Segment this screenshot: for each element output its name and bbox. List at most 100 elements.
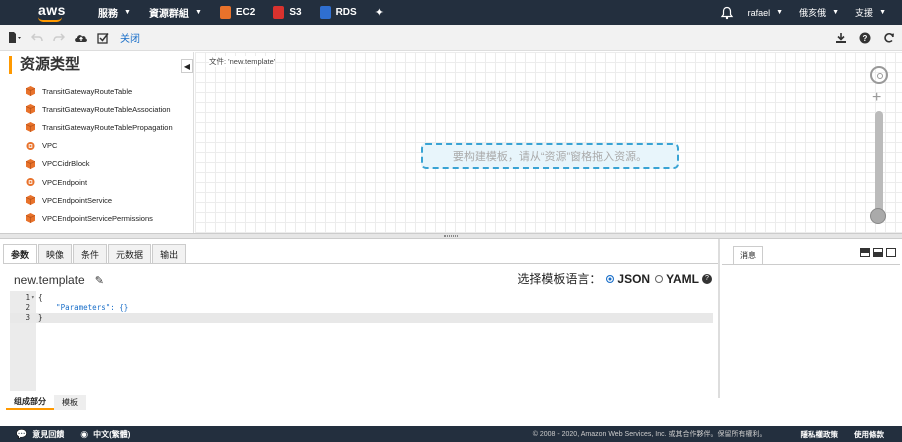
layout-top-icon[interactable] xyxy=(860,248,870,257)
ec2-icon xyxy=(219,6,231,19)
yaml-label[interactable]: YAML xyxy=(666,272,699,286)
messages-panel: 消息 xyxy=(720,239,902,398)
vpc-icon xyxy=(26,141,35,150)
chevron-down-icon: ▼ xyxy=(776,9,784,16)
bell-icon[interactable] xyxy=(720,6,734,20)
resource-item[interactable]: VPCEndpointService xyxy=(26,191,173,209)
close-button[interactable]: 关闭 xyxy=(120,30,140,45)
shortcut-rds[interactable]: RDS xyxy=(319,6,357,19)
chevron-down-icon: ▼ xyxy=(194,9,202,16)
support-label: 支援 xyxy=(855,8,874,18)
resource-item[interactable]: VPCCidrBlock xyxy=(26,155,173,173)
refresh-button[interactable] xyxy=(882,31,896,45)
fit-canvas-icon[interactable] xyxy=(870,66,888,84)
resource-item-label: TransitGatewayRouteTable xyxy=(42,86,133,96)
zoom-control: + xyxy=(869,66,889,233)
download-button[interactable] xyxy=(834,31,848,45)
editor-tab[interactable]: 元数据 xyxy=(108,244,152,264)
bottom-tab[interactable]: 模板 xyxy=(54,395,86,410)
resource-item-label: VPCEndpointServicePermissions xyxy=(42,213,153,223)
drag-handle-icon xyxy=(444,235,458,237)
resource-item-label: TransitGatewayRouteTablePropagation xyxy=(42,122,173,132)
editor-tab[interactable]: 输出 xyxy=(152,244,187,264)
collapse-panel-button[interactable]: ◀ xyxy=(181,59,193,73)
layout-maximize-icon[interactable] xyxy=(886,248,896,257)
chevron-left-icon: ◀ xyxy=(183,61,191,71)
upload-button[interactable] xyxy=(74,31,88,45)
top-nav: aws 服務 ▼ 資源群組 ▼ EC2 S3 RDS ✦ rafael ▼ 俄亥… xyxy=(0,0,902,25)
aws-smile-icon xyxy=(38,17,62,22)
layout-bottom-icon[interactable] xyxy=(873,248,883,257)
resource-item-label: VPCEndpoint xyxy=(42,177,88,187)
shortcut-s3[interactable]: S3 xyxy=(273,6,302,19)
code-text: } xyxy=(38,313,43,322)
validate-button[interactable] xyxy=(96,31,110,45)
resource-item[interactable]: TransitGatewayRouteTableAssociation xyxy=(26,100,173,118)
file-menu-button[interactable] xyxy=(8,31,22,45)
services-menu[interactable]: 服務 ▼ xyxy=(98,5,131,20)
line-number: 1 xyxy=(25,293,30,302)
feedback-label: 意見回饋 xyxy=(32,429,65,439)
shortcut-label: RDS xyxy=(335,7,357,18)
zoom-in-icon[interactable]: + xyxy=(872,90,881,106)
editor-tab[interactable]: 参数 xyxy=(3,244,38,264)
help-button[interactable]: ? xyxy=(858,31,872,45)
zoom-slider-thumb[interactable] xyxy=(870,208,886,224)
bottom-tab[interactable]: 组成部分 xyxy=(6,395,54,410)
code-text: "Parameters": {} xyxy=(38,303,129,312)
pencil-icon[interactable]: ✎ xyxy=(95,274,104,287)
region-menu[interactable]: 俄亥俄 ▼ xyxy=(799,6,839,19)
pin-button[interactable]: ✦ xyxy=(375,6,384,19)
redo-button[interactable] xyxy=(52,31,66,45)
fold-icon[interactable]: ▾ xyxy=(31,293,35,303)
designer-toolbar: 关闭 ? xyxy=(0,25,902,51)
shortcut-ec2[interactable]: EC2 xyxy=(219,6,255,19)
code-editor[interactable]: 1 ▾{2 "Parameters": {} 3} xyxy=(10,291,713,391)
resource-item[interactable]: TransitGatewayRouteTable xyxy=(26,82,173,100)
aws-logo[interactable]: aws xyxy=(28,0,80,25)
user-menu[interactable]: rafael ▼ xyxy=(748,8,783,18)
language-prompt: 选择模板语言： xyxy=(517,272,602,286)
resource-groups-label: 資源群組 xyxy=(148,9,189,20)
editor-tab[interactable]: 条件 xyxy=(73,244,108,264)
cube-icon xyxy=(26,158,35,169)
code-line[interactable]: 2 "Parameters": {} xyxy=(10,303,713,313)
json-radio[interactable] xyxy=(606,274,615,283)
s3-icon xyxy=(273,6,285,19)
help-icon[interactable]: ? xyxy=(702,273,712,284)
design-canvas[interactable]: 文件: 'new.template' 要构建模板，请从“资源”窗格拖入资源。 + xyxy=(195,52,902,233)
cube-icon xyxy=(26,195,35,206)
json-label[interactable]: JSON xyxy=(617,272,650,286)
cube-icon xyxy=(26,86,35,97)
language-label: 中文(繁體) xyxy=(93,429,131,439)
resource-item[interactable]: TransitGatewayRouteTablePropagation xyxy=(26,118,173,136)
footer-gap xyxy=(0,412,902,426)
resource-item[interactable]: VPC xyxy=(26,137,173,155)
resource-item-label: VPC xyxy=(42,141,58,151)
tab-messages[interactable]: 消息 xyxy=(733,246,763,265)
chevron-down-icon: ▼ xyxy=(832,9,840,16)
chevron-down-icon: ▼ xyxy=(879,9,886,16)
aws-logo-text: aws xyxy=(38,2,66,18)
resource-item[interactable]: VPCEndpointServicePermissions xyxy=(26,209,173,227)
resource-item[interactable]: VPCEndpoint xyxy=(26,173,173,191)
cube-icon xyxy=(26,104,35,115)
support-menu[interactable]: 支援 ▼ xyxy=(855,6,886,19)
cloud-upload-icon xyxy=(75,35,87,42)
code-line[interactable]: 1 ▾{ xyxy=(10,293,713,303)
zoom-slider-track[interactable] xyxy=(875,111,883,223)
rds-icon xyxy=(319,6,331,19)
yaml-radio[interactable] xyxy=(655,274,664,283)
vpc-icon xyxy=(26,177,35,187)
privacy-link[interactable]: 隱私權政策 xyxy=(801,429,839,440)
code-line[interactable]: 3} xyxy=(10,313,713,323)
pin-icon: ✦ xyxy=(374,7,384,19)
feedback-link[interactable]: 💬 意見回饋 xyxy=(16,429,64,440)
terms-link[interactable]: 使用條款 xyxy=(854,429,884,440)
language-link[interactable]: ◉ 中文(繁體) xyxy=(80,429,130,440)
editor-tab[interactable]: 映像 xyxy=(38,244,73,264)
undo-button[interactable] xyxy=(30,31,44,45)
redo-icon xyxy=(53,32,65,41)
resource-types-title: 资源类型 xyxy=(9,56,80,74)
resource-groups-menu[interactable]: 資源群組 ▼ xyxy=(149,5,202,20)
